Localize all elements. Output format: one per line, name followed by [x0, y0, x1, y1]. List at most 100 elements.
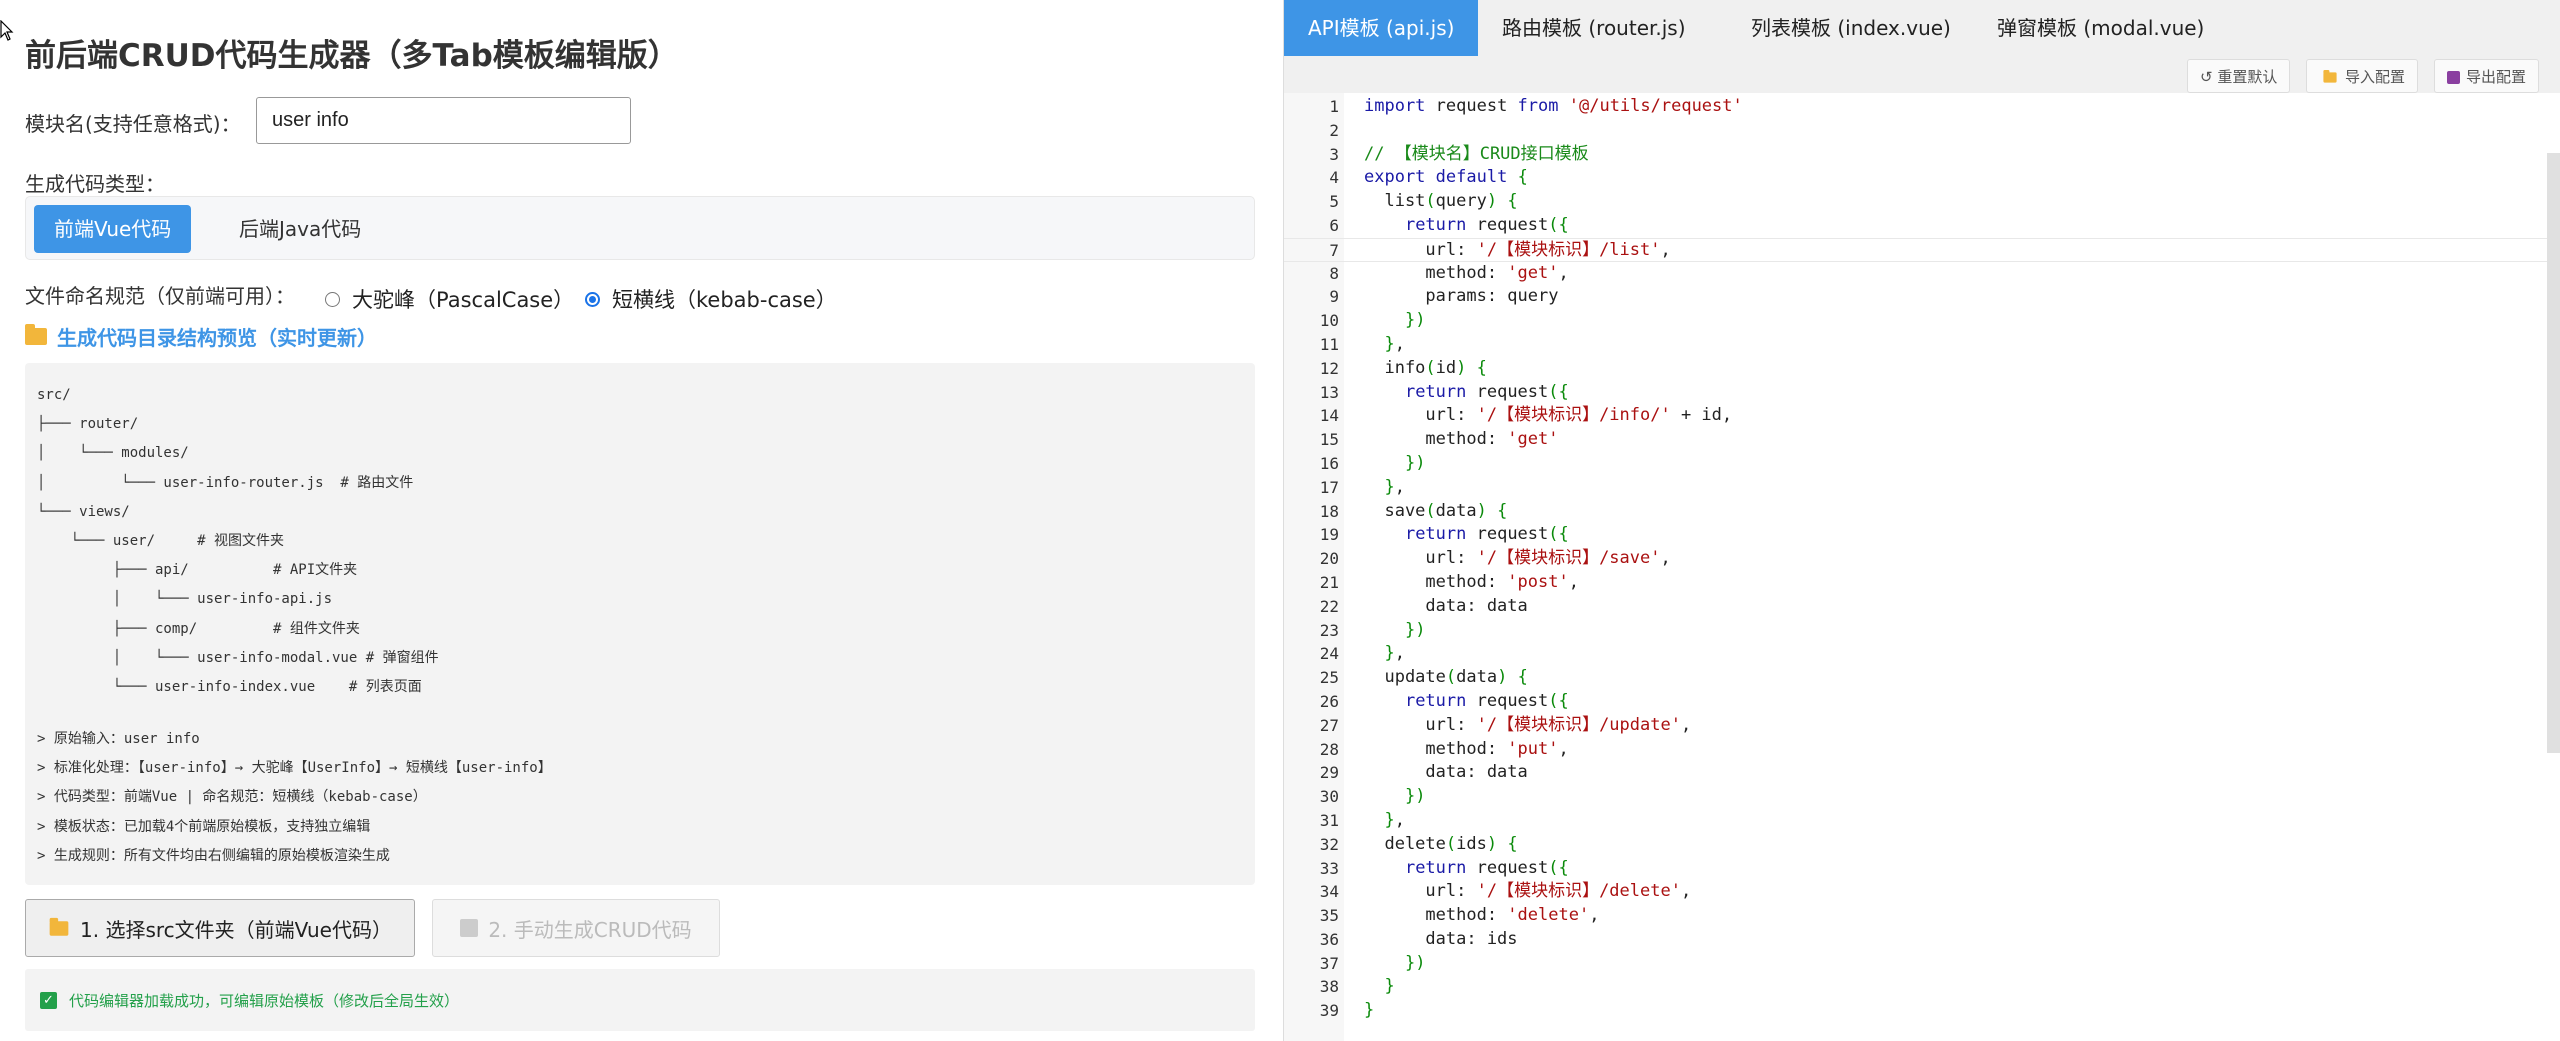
- generate-crud-button[interactable]: 2. 手动生成CRUD代码: [432, 899, 720, 957]
- code-line[interactable]: 17 },: [1284, 476, 2560, 500]
- select-src-folder-button[interactable]: 1. 选择src文件夹（前端Vue代码）: [25, 899, 415, 957]
- code-line[interactable]: 25 update(data) {: [1284, 666, 2560, 690]
- code-line[interactable]: 24 },: [1284, 642, 2560, 666]
- code-line[interactable]: 38 }: [1284, 975, 2560, 999]
- code-text: info(id) {: [1364, 357, 1487, 378]
- directory-tree: src/ ├─── router/ │ └─── modules/ │ └─── us…: [37, 381, 439, 702]
- tab-list-template[interactable]: 列表模板 (index.vue): [1727, 0, 1975, 56]
- tab-api-template[interactable]: API模板 (api.js): [1284, 0, 1479, 56]
- info-line: > 原始输入：user info: [37, 731, 200, 747]
- line-number: 26: [1319, 691, 1339, 711]
- java-code-button[interactable]: 后端Java代码: [219, 205, 381, 253]
- radio-kebabcase[interactable]: 短横线（kebab-case）: [585, 284, 837, 314]
- line-number: 19: [1319, 525, 1339, 545]
- line-number: 4: [1329, 168, 1339, 188]
- line-number: 11: [1319, 334, 1339, 354]
- checkbox-checked-icon: ✓: [40, 991, 57, 1009]
- code-line[interactable]: 33 return request({: [1284, 857, 2560, 881]
- code-line[interactable]: 14 url: '/【模块标识】/info/' + id,: [1284, 404, 2560, 428]
- line-number: 22: [1319, 596, 1339, 616]
- code-text: return request({: [1404, 690, 1569, 711]
- code-line[interactable]: 18 save(data) {: [1284, 500, 2560, 524]
- reset-default-button[interactable]: ↺ 重置默认: [2187, 59, 2291, 93]
- line-number: 16: [1319, 453, 1339, 473]
- code-line[interactable]: 3 // 【模块名】CRUD接口模板: [1284, 143, 2560, 167]
- module-name-label: 模块名(支持任意格式)：: [25, 112, 241, 136]
- tab-router-template[interactable]: 路由模板 (router.js): [1478, 0, 1710, 56]
- save-disk-icon: [2447, 71, 2460, 84]
- code-text: url: '/【模块标识】/update',: [1364, 714, 1692, 735]
- code-line[interactable]: 29 data: data: [1284, 761, 2560, 785]
- code-line[interactable]: 10 }): [1284, 309, 2560, 333]
- tree-line: ├─── api/ # API文件夹: [37, 562, 358, 579]
- code-line[interactable]: 32 delete(ids) {: [1284, 833, 2560, 857]
- module-name-input[interactable]: user info: [256, 97, 631, 144]
- status-text: 代码编辑器加载成功，可编辑原始模板（修改后全局生效）: [69, 991, 460, 1010]
- import-config-button[interactable]: 导入配置: [2306, 59, 2419, 93]
- code-line[interactable]: 4 export default {: [1284, 166, 2560, 190]
- line-number: 30: [1319, 787, 1339, 807]
- line-number: 6: [1329, 215, 1339, 235]
- code-line[interactable]: 8 method: 'get',: [1284, 262, 2560, 286]
- code-line[interactable]: 9 params: query: [1284, 285, 2560, 309]
- status-message: ✓ 代码编辑器加载成功，可编辑原始模板（修改后全局生效）: [25, 969, 1255, 1031]
- code-line[interactable]: 16 }): [1284, 452, 2560, 476]
- code-line[interactable]: 28 method: 'put',: [1284, 738, 2560, 762]
- code-line[interactable]: 34 url: '/【模块标识】/delete',: [1284, 880, 2560, 904]
- code-text: }): [1404, 452, 1426, 473]
- code-line[interactable]: 36 data: ids: [1284, 928, 2560, 952]
- code-line[interactable]: 20 url: '/【模块标识】/save',: [1284, 547, 2560, 571]
- code-text: export default {: [1364, 167, 1528, 188]
- code-text: method: 'delete',: [1364, 905, 1600, 926]
- code-text: // 【模块名】CRUD接口模板: [1364, 143, 1589, 164]
- code-editor[interactable]: 1 import request from '@/utils/request' 2 3…: [1284, 93, 2560, 1041]
- code-text: return request({: [1404, 857, 1569, 878]
- line-number: 27: [1319, 715, 1339, 735]
- code-line[interactable]: 21 method: 'post',: [1284, 571, 2560, 595]
- code-line[interactable]: 5 list(query) {: [1284, 190, 2560, 214]
- code-line[interactable]: 11 },: [1284, 333, 2560, 357]
- tree-line: │ └─── modules/: [37, 445, 189, 462]
- code-line[interactable]: 7 url: '/【模块标识】/list',: [1284, 237, 2560, 262]
- code-line[interactable]: 1 import request from '@/utils/request': [1284, 95, 2560, 119]
- tab-modal-template[interactable]: 弹窗模板 (modal.vue): [1973, 0, 2228, 56]
- code-line[interactable]: 30 }): [1284, 785, 2560, 809]
- code-line[interactable]: 35 method: 'delete',: [1284, 904, 2560, 928]
- code-line[interactable]: 6 return request({: [1284, 214, 2560, 238]
- code-line[interactable]: 15 method: 'get': [1284, 428, 2560, 452]
- code-line[interactable]: 37 }): [1284, 952, 2560, 976]
- export-config-button[interactable]: 导出配置: [2434, 59, 2540, 93]
- line-number: 31: [1319, 810, 1339, 830]
- line-number: 14: [1319, 406, 1339, 426]
- code-line[interactable]: 13 return request({: [1284, 381, 2560, 405]
- code-text: method: 'get': [1364, 429, 1559, 450]
- code-line[interactable]: 19 return request({: [1284, 523, 2560, 547]
- code-text: },: [1384, 333, 1405, 354]
- code-line[interactable]: 26 return request({: [1284, 690, 2560, 714]
- vue-code-button[interactable]: 前端Vue代码: [34, 205, 192, 253]
- line-number: 1: [1329, 97, 1339, 116]
- line-number: 10: [1319, 311, 1339, 331]
- code-line[interactable]: 39}: [1284, 999, 2560, 1023]
- editor-scrollbar[interactable]: [2547, 153, 2560, 753]
- code-line[interactable]: 12 info(id) {: [1284, 357, 2560, 381]
- code-text: return request({: [1404, 524, 1569, 545]
- code-line[interactable]: 23 }): [1284, 619, 2560, 643]
- line-number: 36: [1319, 929, 1339, 949]
- code-text: list(query) {: [1364, 191, 1518, 212]
- line-number: 12: [1319, 358, 1339, 378]
- radio-pascalcase[interactable]: 大驼峰（PascalCase）: [325, 284, 574, 314]
- tree-line: └─── user-info-index.vue # 列表页面: [37, 678, 422, 695]
- code-line[interactable]: 2: [1284, 119, 2560, 143]
- code-line[interactable]: 27 url: '/【模块标识】/update',: [1284, 714, 2560, 738]
- code-line[interactable]: 31 },: [1284, 809, 2560, 833]
- code-type-label: 生成代码类型：: [25, 172, 165, 196]
- folder-icon: [25, 324, 47, 345]
- code-text: url: '/【模块标识】/save',: [1364, 548, 1671, 569]
- tree-line: ├─── comp/ # 组件文件夹: [37, 620, 360, 637]
- line-number: 35: [1319, 906, 1339, 926]
- code-line[interactable]: 22 data: data: [1284, 595, 2560, 619]
- code-text: method: 'post',: [1364, 571, 1579, 592]
- code-text: }): [1404, 952, 1426, 973]
- line-number: 20: [1319, 549, 1339, 569]
